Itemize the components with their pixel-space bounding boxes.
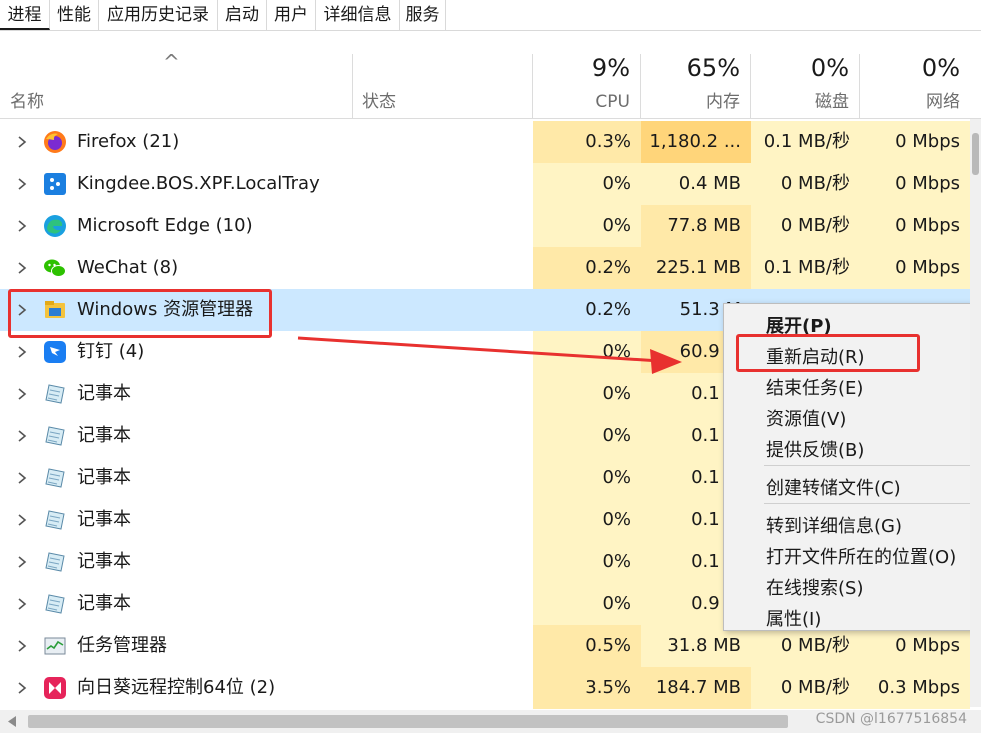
vertical-scrollbar[interactable]	[970, 119, 981, 707]
highlight-box-restart	[736, 334, 920, 372]
menu-item-open-file-location[interactable]: 打开文件所在的位置(O)	[766, 543, 956, 569]
menu-separator	[764, 465, 979, 466]
menu-item-end-task[interactable]: 结束任务(E)	[766, 374, 863, 400]
vertical-scrollbar-thumb[interactable]	[972, 133, 979, 175]
menu-item-create-dump[interactable]: 创建转储文件(C)	[766, 474, 901, 500]
menu-item-resource-values[interactable]: 资源值(V)	[766, 405, 846, 431]
horizontal-scrollbar-thumb[interactable]	[28, 715, 788, 728]
menu-item-feedback[interactable]: 提供反馈(B)	[766, 436, 864, 462]
menu-item-go-to-details[interactable]: 转到详细信息(G)	[766, 512, 902, 538]
watermark: CSDN @l1677516854	[815, 711, 967, 727]
menu-separator	[764, 503, 979, 504]
menu-item-search-online[interactable]: 在线搜索(S)	[766, 574, 863, 600]
menu-item-properties[interactable]: 属性(I)	[766, 605, 821, 631]
scroll-left-arrow-icon[interactable]	[8, 716, 18, 727]
